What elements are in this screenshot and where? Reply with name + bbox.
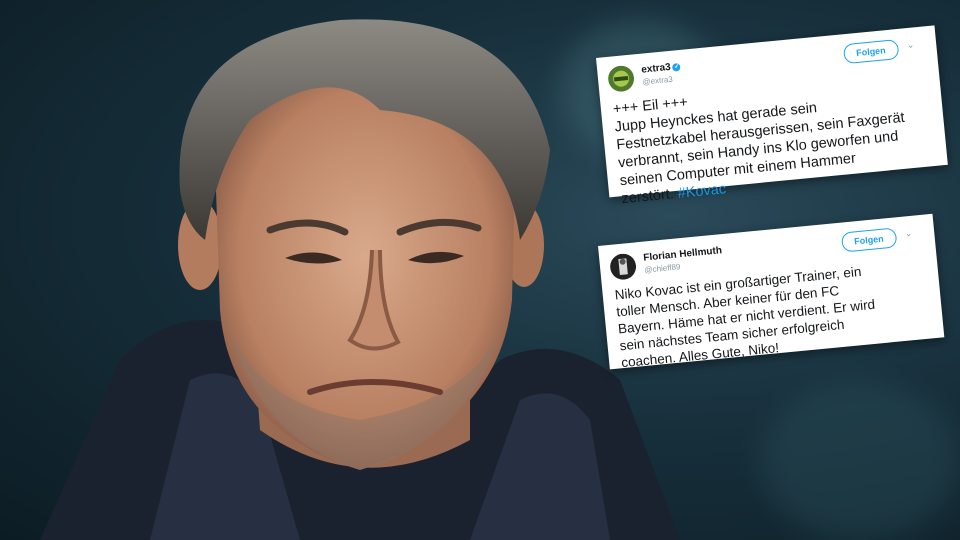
verified-badge-icon: ✓ bbox=[672, 62, 682, 72]
tweet-author-name[interactable]: Florian Hellmuth bbox=[643, 245, 723, 264]
chevron-down-icon[interactable]: ⌄ bbox=[904, 228, 913, 240]
tweet-author-handle[interactable]: @chieff89 bbox=[644, 262, 681, 274]
tweet-author-name[interactable]: extra3 ✓ bbox=[640, 61, 682, 76]
follow-button[interactable]: Folgen bbox=[840, 227, 898, 253]
photo-collage: extra3 ✓ @extra3 Folgen ⌄ +++ Eil +++ Jup… bbox=[0, 0, 960, 540]
avatar[interactable] bbox=[609, 253, 637, 281]
tweet-author-handle[interactable]: @extra3 bbox=[642, 75, 673, 87]
hashtag-link[interactable]: #Kovac bbox=[677, 181, 727, 202]
follow-button[interactable]: Folgen bbox=[842, 39, 900, 65]
author-name-text: extra3 bbox=[640, 61, 672, 76]
chevron-down-icon[interactable]: ⌄ bbox=[906, 39, 915, 51]
avatar[interactable] bbox=[607, 65, 635, 93]
